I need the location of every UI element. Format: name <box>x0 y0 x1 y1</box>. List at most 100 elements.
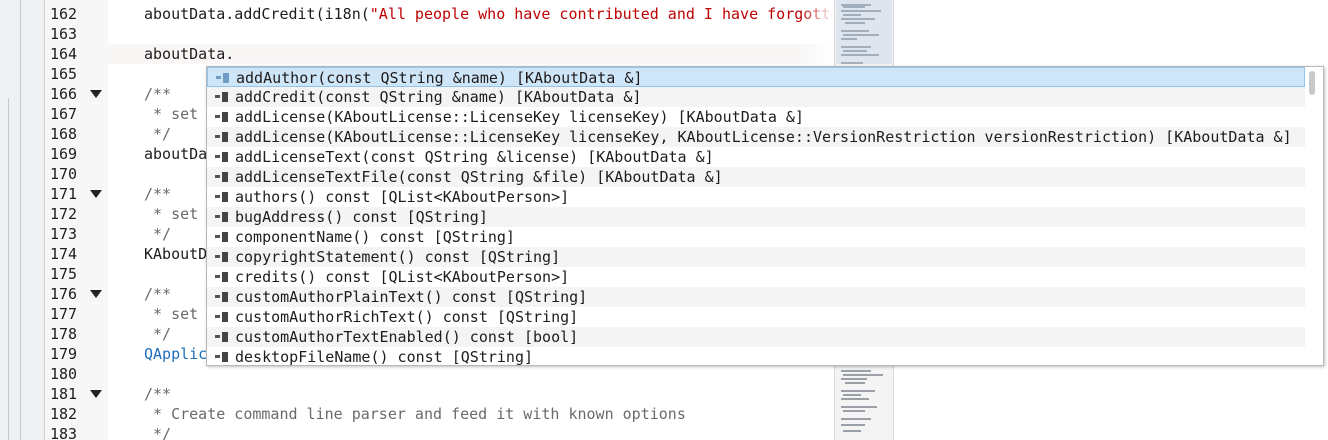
method-icon <box>215 332 229 342</box>
completion-item-label: addLicense(KAboutLicense::LicenseKey lic… <box>235 128 1292 146</box>
minimap-line <box>841 370 871 372</box>
completion-item[interactable]: componentName() const [QString] <box>207 227 1305 247</box>
code-line[interactable]: /** <box>144 184 171 204</box>
method-icon <box>215 272 229 282</box>
completion-item[interactable]: desktopFileName() const [QString] <box>207 347 1305 366</box>
completion-item-label: addLicenseTextFile(const QString &file) … <box>235 168 723 186</box>
completion-item[interactable]: addLicenseTextFile(const QString &file) … <box>207 167 1305 187</box>
minimap-line <box>843 430 861 432</box>
completion-item[interactable]: addLicense(KAboutLicense::LicenseKey lic… <box>207 127 1305 147</box>
code-line[interactable]: */ <box>144 224 171 244</box>
line-number: 182 <box>50 405 78 423</box>
code-line[interactable]: aboutData.addCredit(i18n("All people who… <box>144 4 839 24</box>
code-token: */ <box>144 225 172 243</box>
minimap-line <box>841 406 877 408</box>
code-line[interactable]: aboutData. <box>144 44 234 64</box>
code-line[interactable]: * Create command line parser and feed it… <box>144 404 686 424</box>
method-icon <box>215 212 229 222</box>
method-icon <box>215 92 229 102</box>
completion-item-label: componentName() const [QString] <box>235 228 515 246</box>
code-line[interactable]: aboutDa <box>144 144 207 164</box>
line-number: 170 <box>50 165 78 183</box>
minimap-line <box>841 378 867 380</box>
code-token: aboutData. <box>144 45 235 63</box>
code-line[interactable]: /** <box>144 84 171 104</box>
code-line[interactable]: */ <box>144 124 171 144</box>
method-icon <box>215 112 229 122</box>
method-icon <box>215 252 229 262</box>
line-number: 173 <box>50 225 78 243</box>
code-token: */ <box>144 125 172 143</box>
code-line[interactable]: */ <box>144 424 171 440</box>
completion-item-label: customAuthorRichText() const [QString] <box>235 308 579 326</box>
completion-item[interactable]: addLicense(KAboutLicense::LicenseKey lic… <box>207 107 1305 127</box>
completion-popup[interactable]: addAuthor(const QString &name) [KAboutDa… <box>206 66 1324 366</box>
completion-item[interactable]: copyrightStatement() const [QString] <box>207 247 1305 267</box>
completion-item-label: customAuthorPlainText() const [QString] <box>235 288 588 306</box>
line-number: 169 <box>50 145 78 163</box>
code-line[interactable]: * set <box>144 304 198 324</box>
code-token: /** <box>144 185 172 203</box>
minimap-line <box>841 418 871 420</box>
method-icon <box>215 152 229 162</box>
method-icon <box>215 352 229 362</box>
fold-marker-icon[interactable] <box>90 284 104 304</box>
line-number: 181 <box>50 385 78 403</box>
method-icon <box>215 192 229 202</box>
completion-item[interactable]: authors() const [QList<KAboutPerson>] <box>207 187 1305 207</box>
completion-item-label: bugAddress() const [QString] <box>235 208 488 226</box>
minimap-viewport[interactable] <box>836 0 892 64</box>
completion-item-label: desktopFileName() const [QString] <box>235 348 534 366</box>
code-token: /** <box>144 285 172 303</box>
frame-divider <box>20 0 21 440</box>
completion-item[interactable]: addCredit(const QString &name) [KAboutDa… <box>207 87 1305 107</box>
completion-item-label: addLicenseText(const QString &license) [… <box>235 148 714 166</box>
method-icon <box>215 292 229 302</box>
code-line[interactable]: /** <box>144 284 171 304</box>
window-left-frame <box>0 0 44 440</box>
completion-item[interactable]: customAuthorTextEnabled() const [bool] <box>207 327 1305 347</box>
minimap-line <box>841 398 869 400</box>
fold-marker-icon[interactable] <box>90 84 104 104</box>
code-token: aboutDa <box>144 145 208 163</box>
code-line[interactable]: /** <box>144 384 171 404</box>
line-number: 178 <box>50 325 78 343</box>
fold-marker-icon[interactable] <box>90 384 104 404</box>
completion-item[interactable]: customAuthorPlainText() const [QString] <box>207 287 1305 307</box>
code-token: * set <box>144 305 199 323</box>
line-number: 168 <box>50 125 78 143</box>
code-token: /** <box>144 85 172 103</box>
completion-item-label: authors() const [QList<KAboutPerson>] <box>235 188 570 206</box>
completion-item-label: customAuthorTextEnabled() const [bool] <box>235 328 579 346</box>
line-number: 174 <box>50 245 78 263</box>
line-number: 164 <box>50 45 78 63</box>
frame-divider <box>8 98 9 440</box>
minimap-line <box>843 410 865 412</box>
code-line[interactable]: * set <box>144 104 198 124</box>
code-line[interactable]: QApplic <box>144 344 207 364</box>
line-number: 165 <box>50 65 78 83</box>
completion-item[interactable]: addLicenseText(const QString &license) [… <box>207 147 1305 167</box>
line-number: 180 <box>50 365 78 383</box>
completion-item-label: addLicense(KAboutLicense::LicenseKey lic… <box>235 108 804 126</box>
completion-scrollbar[interactable] <box>1309 71 1315 95</box>
line-number: 175 <box>50 265 78 283</box>
method-icon <box>215 132 229 142</box>
fold-marker-icon[interactable] <box>90 184 104 204</box>
completion-item[interactable]: customAuthorRichText() const [QString] <box>207 307 1305 327</box>
code-line[interactable]: * set <box>144 204 198 224</box>
completion-item[interactable]: credits() const [QList<KAboutPerson>] <box>207 267 1305 287</box>
minimap-line <box>841 390 875 392</box>
line-number: 167 <box>50 105 78 123</box>
completion-item-label: credits() const [QList<KAboutPerson>] <box>235 268 570 286</box>
method-icon <box>215 312 229 322</box>
code-line[interactable]: KAboutD <box>144 244 207 264</box>
line-number: 183 <box>50 425 78 440</box>
code-line[interactable]: */ <box>144 324 171 344</box>
line-number: 176 <box>50 285 78 303</box>
minimap-line <box>841 424 865 426</box>
completion-item[interactable]: addAuthor(const QString &name) [KAboutDa… <box>207 67 1305 87</box>
line-number: 177 <box>50 305 78 323</box>
completion-item[interactable]: bugAddress() const [QString] <box>207 207 1305 227</box>
line-number: 166 <box>50 85 78 103</box>
